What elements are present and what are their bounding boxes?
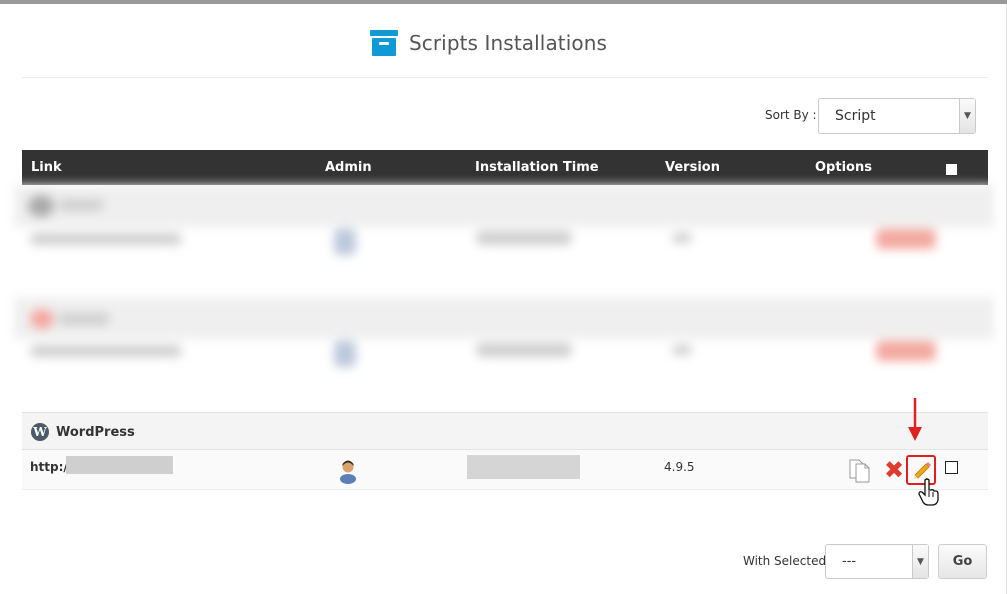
redacted-url xyxy=(66,456,173,474)
select-all-checkbox[interactable] xyxy=(946,164,957,175)
go-button[interactable]: Go xyxy=(938,544,987,579)
with-selected-label: With Selected: xyxy=(743,554,831,568)
redacted-installation-time xyxy=(467,455,580,479)
sort-by-value: Script xyxy=(835,108,876,124)
sort-by-select[interactable]: Script ▼ xyxy=(818,98,976,134)
clone-icon[interactable] xyxy=(849,457,871,483)
chevron-down-icon[interactable]: ▼ xyxy=(959,99,975,133)
installation-version: 4.9.5 xyxy=(664,460,695,474)
wordpress-icon: W xyxy=(31,423,49,441)
pointer-hand-icon xyxy=(918,478,939,506)
column-header-version[interactable]: Version xyxy=(665,160,720,175)
admin-user-icon[interactable] xyxy=(338,458,358,484)
column-header-link[interactable]: Link xyxy=(31,160,62,175)
title-wrap: Scripts Installations xyxy=(369,29,608,57)
edit-icon xyxy=(914,462,931,479)
archive-box-icon xyxy=(369,29,398,57)
top-border xyxy=(0,0,1007,4)
blurred-installations xyxy=(14,185,994,385)
chevron-down-icon[interactable]: ▼ xyxy=(912,545,928,578)
remove-icon[interactable]: ✖ xyxy=(882,458,906,482)
header-divider xyxy=(22,77,988,78)
table-row: http:// 4.9.5 ✖ xyxy=(22,450,988,490)
row-checkbox[interactable] xyxy=(945,461,958,474)
table-header: Link Admin Installation Time Version Opt… xyxy=(22,150,988,185)
column-header-options: Options xyxy=(815,160,872,175)
script-name: WordPress xyxy=(56,425,135,440)
column-header-admin[interactable]: Admin xyxy=(325,160,372,175)
script-group-row: W WordPress xyxy=(22,412,988,450)
column-header-installation-time[interactable]: Installation Time xyxy=(475,160,599,175)
annotation-arrow-icon xyxy=(908,398,922,441)
page-title: Scripts Installations xyxy=(408,31,608,55)
page-header: Scripts Installations xyxy=(0,26,1007,60)
sort-by-label: Sort By : xyxy=(765,108,817,122)
with-selected-select[interactable]: --- ▼ xyxy=(825,544,929,579)
with-selected-value: --- xyxy=(842,554,857,569)
